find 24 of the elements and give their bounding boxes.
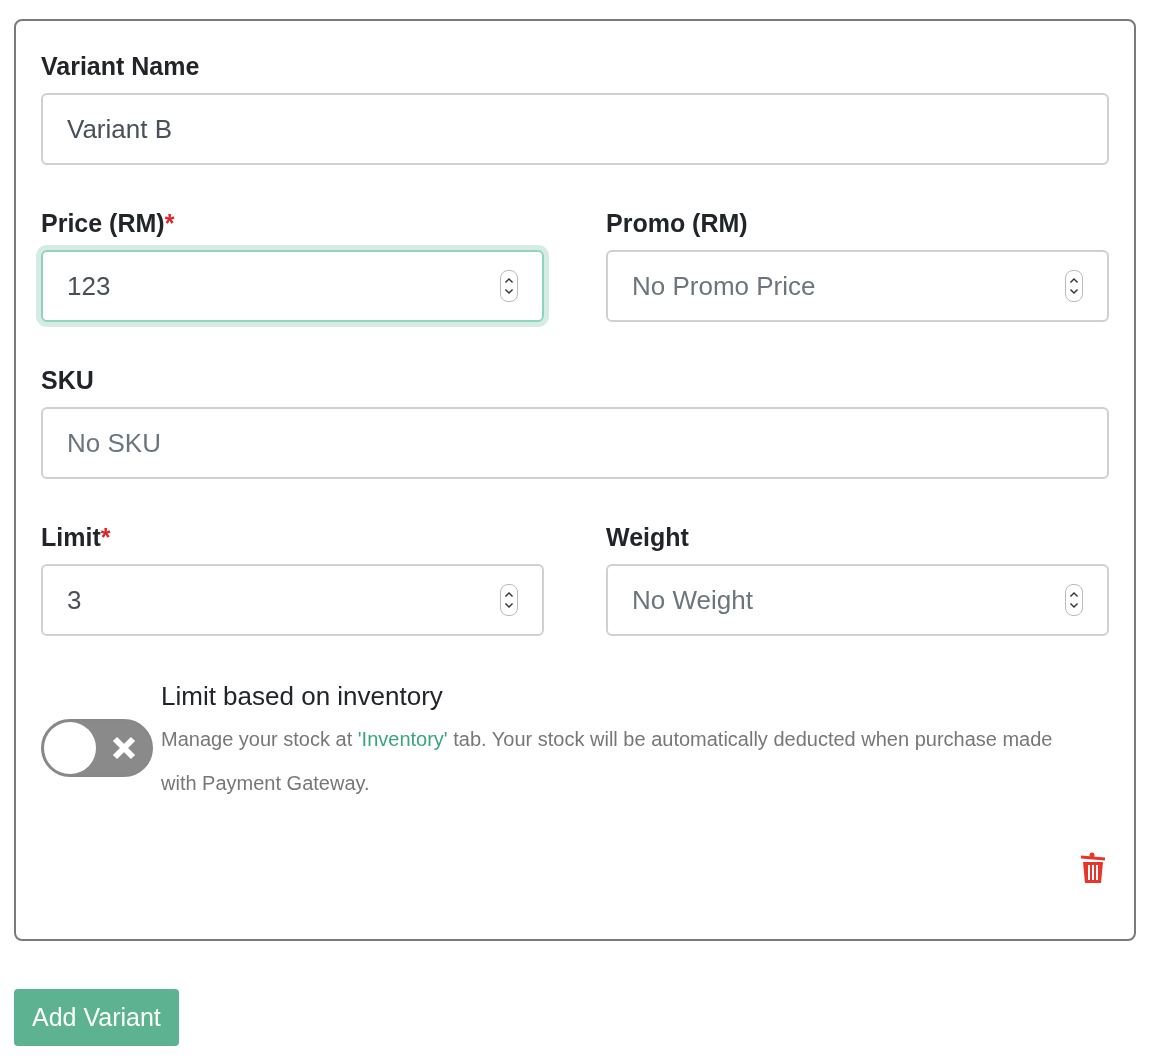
field-label: SKU — [41, 366, 94, 394]
spinner-icon[interactable] — [1065, 584, 1083, 616]
spinner-icon[interactable] — [500, 270, 518, 302]
field-label: Price (RM) — [41, 209, 165, 237]
toggle-title: Limit based on inventory — [161, 680, 444, 713]
spinner-icon[interactable] — [500, 584, 518, 616]
field-label: Variant Name — [41, 52, 200, 80]
x-icon — [111, 735, 137, 761]
input-field[interactable]: Variant B — [41, 93, 1109, 165]
spinner-icon[interactable] — [1065, 270, 1083, 302]
input-field[interactable]: No Weight — [606, 564, 1109, 636]
required-mark: * — [164, 209, 175, 237]
field-label: Promo (RM) — [606, 209, 748, 237]
input-field[interactable]: No SKU — [41, 407, 1109, 479]
input-field[interactable]: 3 — [41, 564, 544, 636]
required-mark: * — [100, 523, 111, 551]
input-field[interactable]: No Promo Price — [606, 250, 1109, 322]
add-variant-button[interactable]: Add Variant — [14, 989, 179, 1046]
toggle-description: Manage your stock at 'Inventory' tab. Your stock will be automatically deducted when purchase made with Payment Gateway. — [161, 727, 1054, 796]
toggle-switch[interactable] — [41, 719, 153, 777]
field-label: Weight — [606, 523, 689, 551]
field-label: Limit — [41, 523, 101, 551]
trash-icon[interactable] — [1079, 851, 1107, 885]
inventory-link[interactable]: 'Inventory' — [357, 728, 448, 750]
